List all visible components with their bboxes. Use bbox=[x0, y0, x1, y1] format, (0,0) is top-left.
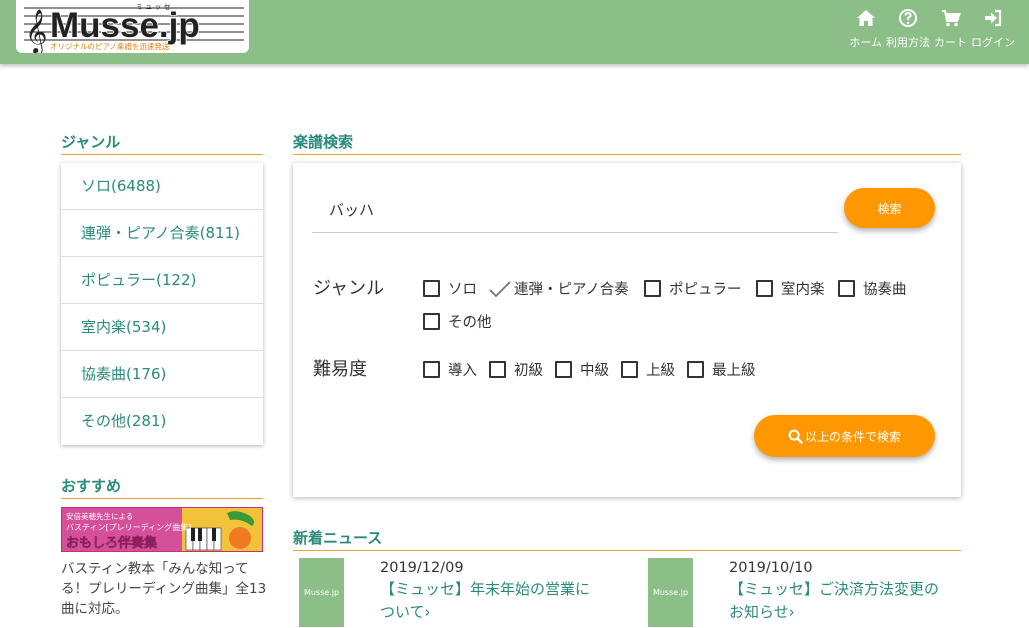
level-option-intro[interactable]: 導入 bbox=[423, 359, 477, 380]
nav-home[interactable]: ホーム bbox=[849, 8, 882, 50]
treble-clef-icon: 𝄞 bbox=[25, 9, 47, 53]
checkbox-unchecked-icon bbox=[838, 280, 855, 297]
genre-option-solo[interactable]: ソロ bbox=[423, 278, 477, 299]
svg-text:おもしろ伴奏集: おもしろ伴奏集 bbox=[66, 535, 158, 551]
genre-filter-label: ジャンル bbox=[313, 278, 385, 299]
news-title-line2[interactable]: お知らせ› bbox=[729, 601, 969, 624]
checkbox-unchecked-icon bbox=[555, 361, 572, 378]
checkbox-unchecked-icon bbox=[423, 313, 440, 330]
checkbox-unchecked-icon bbox=[423, 280, 440, 297]
checkbox-unchecked-icon bbox=[621, 361, 638, 378]
search-section-title: 楽譜検索 bbox=[293, 131, 961, 155]
nav-login[interactable]: ログイン bbox=[971, 8, 1015, 50]
news-thumbnail: Musse.jp bbox=[299, 558, 344, 627]
svg-text:ミ ュ ッ セ: ミ ュ ッ セ bbox=[136, 3, 171, 11]
genre-item-other[interactable]: その他(281) bbox=[61, 398, 263, 445]
genre-item-popular[interactable]: ポピュラー(122) bbox=[61, 257, 263, 304]
genre-option-concerto[interactable]: 協奏曲 bbox=[838, 278, 907, 299]
genre-item-solo[interactable]: ソロ(6488) bbox=[61, 163, 263, 210]
cart-icon bbox=[941, 10, 961, 27]
home-icon bbox=[856, 10, 875, 26]
recommend-section-title: おすすめ bbox=[61, 475, 263, 499]
news-section-title: 新着ニュース bbox=[293, 527, 961, 551]
genre-option-other[interactable]: その他 bbox=[423, 311, 492, 332]
nav-help-label: 利用方法 bbox=[886, 36, 930, 49]
nav-cart-label: カート bbox=[934, 36, 967, 49]
login-icon bbox=[985, 9, 1002, 27]
checkbox-unchecked-icon bbox=[644, 280, 661, 297]
news-item[interactable]: Musse.jp 2019/12/09 【ミュッセ】年末年始の営業に ついて› bbox=[299, 558, 620, 627]
nav-cart[interactable]: カート bbox=[934, 8, 967, 50]
news-thumbnail: Musse.jp bbox=[648, 558, 693, 627]
level-option-advanced[interactable]: 上級 bbox=[621, 359, 675, 380]
news-title-line2[interactable]: ついて› bbox=[380, 601, 620, 624]
level-option-intermediate[interactable]: 中級 bbox=[555, 359, 609, 380]
banner-graphic: 安倍美穂先生による バスティン[プレリーディング曲集] おもしろ伴奏集 bbox=[62, 508, 262, 551]
checkbox-unchecked-icon bbox=[687, 361, 704, 378]
genre-section-title: ジャンル bbox=[61, 131, 263, 155]
level-option-expert[interactable]: 最上級 bbox=[687, 359, 756, 380]
level-filter-label: 難易度 bbox=[313, 359, 367, 380]
genre-list: ソロ(6488) 連弾・ピアノ合奏(811) ポピュラー(122) 室内楽(53… bbox=[61, 163, 263, 445]
nav-help[interactable]: 利用方法 bbox=[886, 8, 930, 50]
svg-text:安倍美穂先生による: 安倍美穂先生による bbox=[66, 511, 133, 521]
news-date: 2019/12/09 bbox=[380, 560, 464, 576]
logo-brand: Musse.jp bbox=[50, 6, 200, 45]
genre-item-chamber[interactable]: 室内楽(534) bbox=[61, 304, 263, 351]
top-nav: ホーム 利用方法 カート ログイン bbox=[845, 8, 1015, 50]
checkmark-icon bbox=[489, 280, 511, 297]
nav-login-label: ログイン bbox=[971, 36, 1015, 49]
svg-text:バスティン[プレリーディング曲集]: バスティン[プレリーディング曲集] bbox=[66, 522, 191, 532]
recommend-description: バスティン教本「みんな知ってる！プレリーディング曲集」全13曲に対応。 bbox=[61, 561, 267, 617]
condition-search-button[interactable]: 以上の条件で検索 bbox=[754, 415, 935, 457]
svg-text:オリジナルのピアノ楽譜を迅速発送: オリジナルのピアノ楽譜を迅速発送 bbox=[50, 41, 170, 51]
recommend-banner[interactable]: 安倍美穂先生による バスティン[プレリーディング曲集] おもしろ伴奏集 bbox=[61, 507, 263, 552]
checkbox-unchecked-icon bbox=[756, 280, 773, 297]
condition-search-label: 以上の条件で検索 bbox=[804, 429, 901, 444]
genre-option-chamber[interactable]: 室内楽 bbox=[756, 278, 825, 299]
genre-item-concerto[interactable]: 協奏曲(176) bbox=[61, 351, 263, 398]
news-item[interactable]: Musse.jp 2019/10/10 【ミュッセ】ご決済方法変更の お知らせ› bbox=[648, 558, 969, 627]
logo-graphic: 𝄞 Musse.jp ミ ュ ッ セ オリジナルのピアノ楽譜を迅速発送 bbox=[24, 3, 244, 53]
news-date: 2019/10/10 bbox=[729, 560, 813, 576]
checkbox-unchecked-icon bbox=[423, 361, 440, 378]
nav-home-label: ホーム bbox=[849, 36, 882, 49]
level-option-beginner[interactable]: 初級 bbox=[489, 359, 543, 380]
news-title-line1[interactable]: 【ミュッセ】年末年始の営業に bbox=[380, 578, 620, 601]
checkbox-unchecked-icon bbox=[489, 361, 506, 378]
genre-item-duet[interactable]: 連弾・ピアノ合奏(811) bbox=[61, 210, 263, 257]
news-title-line1[interactable]: 【ミュッセ】ご決済方法変更の bbox=[729, 578, 969, 601]
search-panel: 検索 ジャンル ソロ 連弾・ピアノ合奏 ポピュラー 室内楽 協奏曲 その他 難易… bbox=[293, 163, 961, 497]
site-logo[interactable]: 𝄞 Musse.jp ミ ュ ッ セ オリジナルのピアノ楽譜を迅速発送 bbox=[16, 0, 249, 53]
top-bar: 𝄞 Musse.jp ミ ュ ッ セ オリジナルのピアノ楽譜を迅速発送 ホーム … bbox=[0, 0, 1029, 64]
genre-option-duet[interactable]: 連弾・ピアノ合奏 bbox=[488, 278, 629, 299]
search-icon bbox=[788, 429, 803, 444]
genre-option-popular[interactable]: ポピュラー bbox=[644, 278, 742, 299]
question-circle-icon bbox=[899, 9, 917, 27]
search-input[interactable] bbox=[312, 187, 838, 233]
search-button[interactable]: 検索 bbox=[844, 188, 935, 228]
